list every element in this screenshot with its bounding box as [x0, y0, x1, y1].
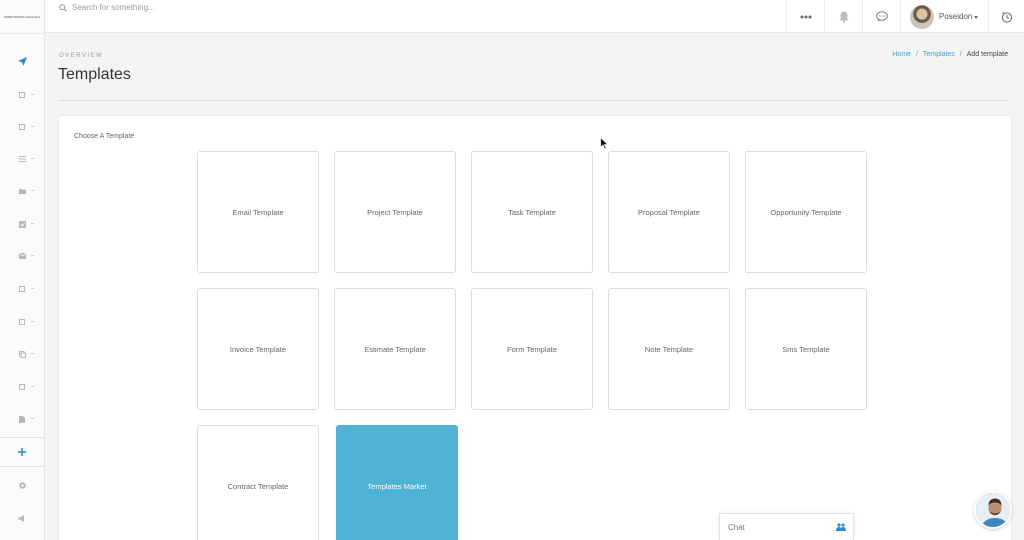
tile-invoice-template[interactable]: Invoice Template [197, 288, 319, 410]
square-icon [19, 286, 25, 292]
sidebar-item-support[interactable] [0, 475, 44, 495]
mouse-cursor-icon [600, 137, 609, 150]
messages-button[interactable] [862, 0, 900, 33]
bell-icon [839, 11, 848, 23]
tile-proposal-template[interactable]: Proposal Template [608, 151, 730, 273]
sidebar-item-11[interactable] [0, 377, 44, 397]
user-menu[interactable]: Poseidon [900, 0, 988, 33]
logo-text-left: DIRBUSINESS [3, 14, 25, 19]
template-chooser-card: Choose A Template Email Template Project… [59, 116, 1011, 540]
sidebar-item-8[interactable] [0, 279, 44, 299]
check-square-icon [18, 220, 26, 228]
sidebar-item-12[interactable] [0, 409, 44, 429]
breadcrumb-templates[interactable]: Templates [923, 51, 955, 58]
chevron-down-icon [974, 15, 979, 19]
tile-task-template[interactable]: Task Template [471, 151, 593, 273]
user-avatar [910, 4, 934, 29]
user-name: Poseidon [939, 12, 973, 21]
sidebar-item-2[interactable] [0, 85, 44, 105]
tile-form-template[interactable]: Form Template [471, 288, 593, 410]
tile-templates-market[interactable]: Templates Market [336, 425, 458, 540]
timer-icon [1001, 11, 1012, 23]
timer-button[interactable] [988, 0, 1024, 33]
square-icon [19, 319, 25, 325]
tile-estimate-template[interactable]: Estimate Template [334, 288, 456, 410]
sidebar-item-messages[interactable] [0, 51, 44, 71]
chat-widget[interactable]: Chat [719, 513, 854, 540]
square-icon [19, 384, 25, 390]
logo[interactable]: DIRBUSINESS Dashboard [0, 0, 44, 34]
envelope-icon [18, 253, 26, 259]
folder-icon [18, 189, 26, 194]
search-icon [59, 3, 67, 12]
tile-note-template[interactable]: Note Template [608, 288, 730, 410]
breadcrumb-home[interactable]: Home [892, 51, 911, 58]
paper-plane-icon [17, 56, 27, 66]
notifications-button[interactable] [824, 0, 862, 33]
more-dots-icon [800, 15, 811, 18]
overview-label: OVERVIEW [59, 53, 104, 59]
sidebar-item-9[interactable] [0, 312, 44, 332]
more-button[interactable] [786, 0, 824, 33]
plus-icon [18, 448, 26, 456]
sidebar-item-6[interactable] [0, 214, 44, 234]
breadcrumb-separator: / [959, 51, 962, 58]
topbar: Poseidon [45, 0, 1024, 33]
tile-sms-template[interactable]: Sms Template [745, 288, 867, 410]
header-divider [59, 100, 1008, 101]
square-icon [19, 124, 25, 130]
support-agent-avatar[interactable] [974, 491, 1012, 529]
breadcrumb-current: Add template [966, 51, 1008, 58]
card-label: Choose A Template [74, 133, 135, 140]
support-icon [18, 481, 26, 489]
chat-bubble-icon [875, 11, 888, 22]
tile-opportunity-template[interactable]: Opportunity Template [745, 151, 867, 273]
sidebar-item-announcements[interactable] [0, 508, 44, 528]
users-icon [836, 523, 846, 531]
sidebar-add-button[interactable] [0, 442, 44, 462]
breadcrumb: Home / Templates / Add template [892, 51, 1008, 58]
search-bar[interactable] [59, 0, 272, 15]
square-icon [19, 92, 25, 98]
sidebar-item-3[interactable] [0, 117, 44, 137]
breadcrumb-separator: / [915, 51, 918, 58]
sidebar-item-10[interactable] [0, 344, 44, 364]
tile-project-template[interactable]: Project Template [334, 151, 456, 273]
search-input[interactable] [72, 3, 272, 12]
megaphone-icon [18, 514, 24, 522]
list-icon [18, 156, 26, 162]
sidebar-item-4[interactable] [0, 149, 44, 169]
sidebar-item-7[interactable] [0, 246, 44, 266]
page-title: Templates [58, 66, 131, 83]
tile-email-template[interactable]: Email Template [197, 151, 319, 273]
copy-icon [18, 350, 26, 358]
sidebar-item-5[interactable] [0, 181, 44, 201]
logo-text-right: Dashboard [25, 14, 41, 19]
file-icon [19, 415, 25, 423]
sidebar: DIRBUSINESS Dashboard [0, 0, 45, 540]
chat-label: Chat [728, 522, 745, 532]
tile-contract-template[interactable]: Contract Template [197, 425, 319, 540]
